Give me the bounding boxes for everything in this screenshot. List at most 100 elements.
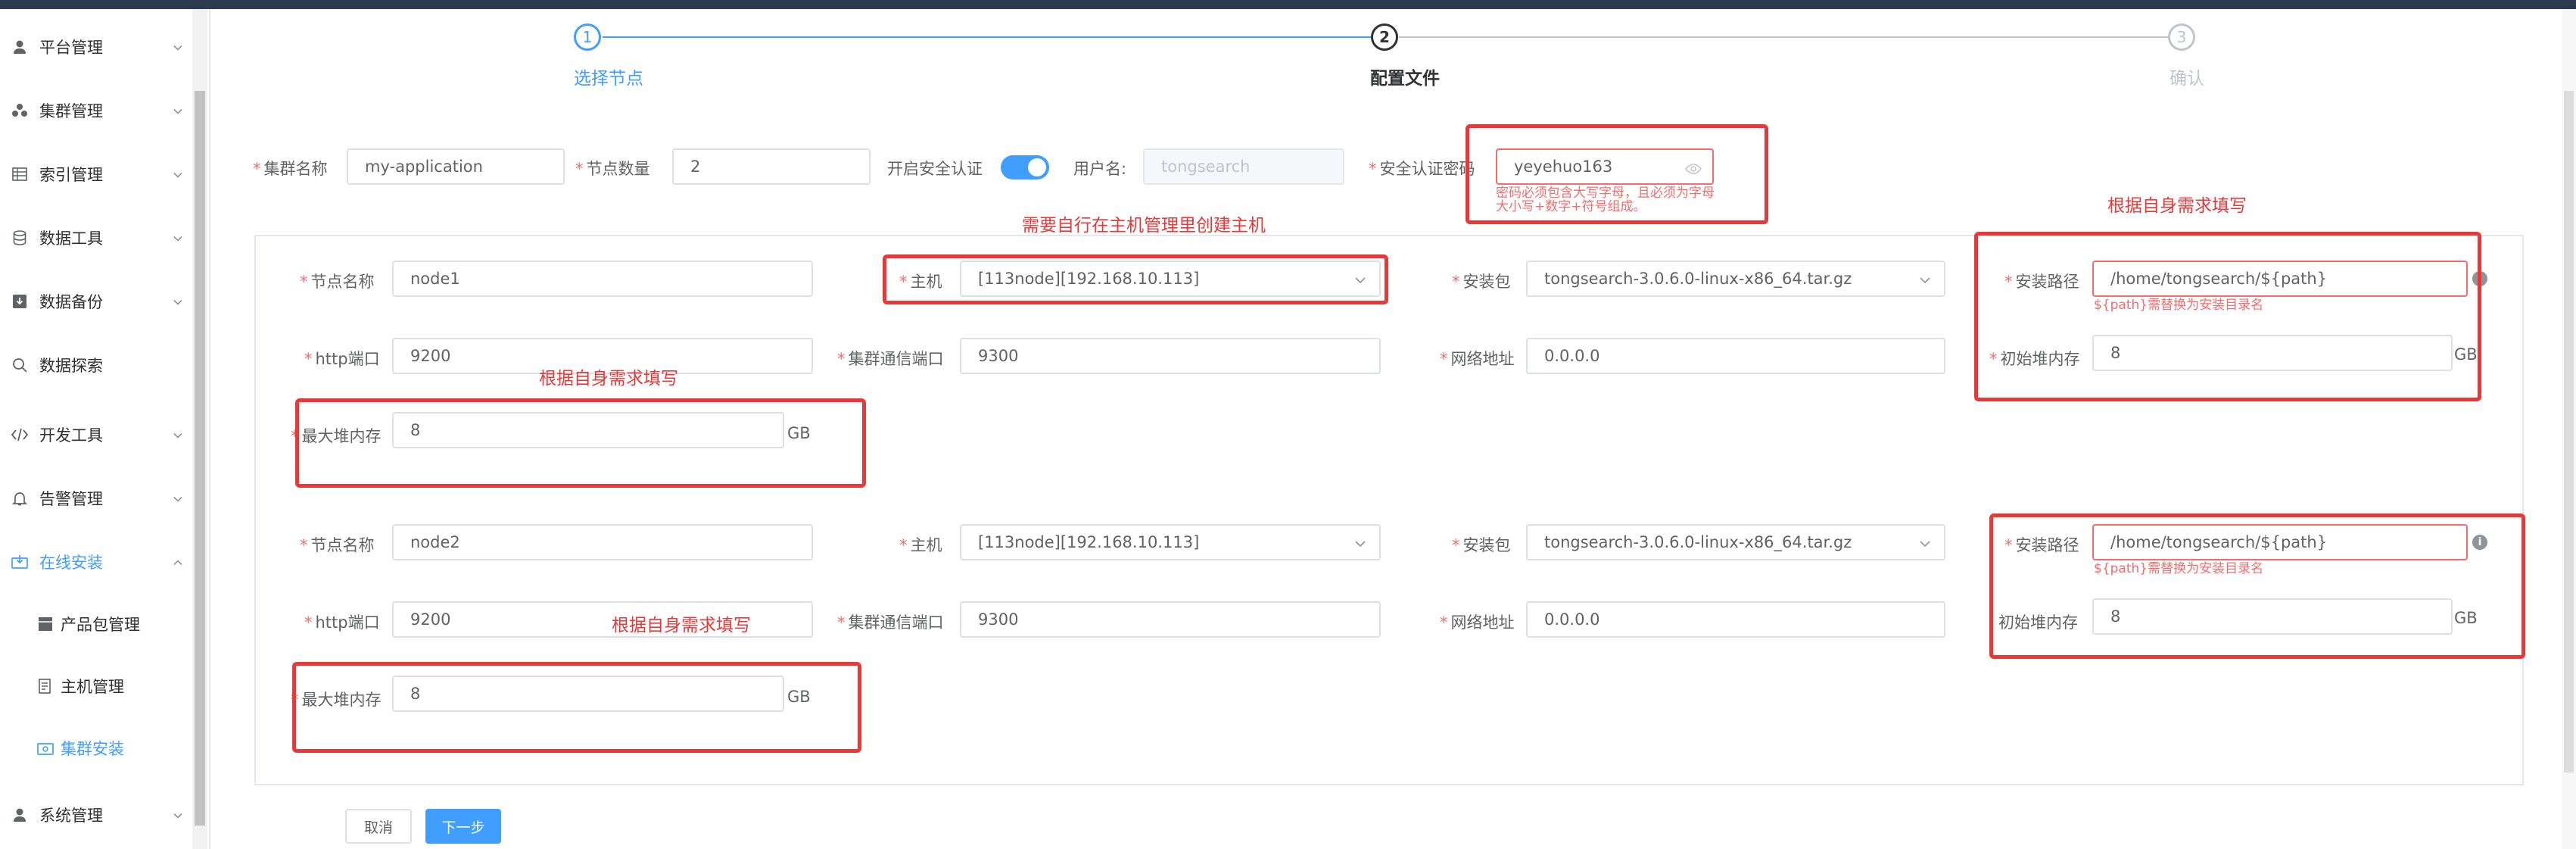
node-count-input[interactable]: 2 (672, 148, 871, 185)
sidebar-item-label: 集群管理 (39, 102, 103, 120)
chevron-down-icon (1918, 536, 1932, 550)
bell-icon (11, 489, 29, 507)
sidebar-item-package-mgmt[interactable]: 产品包管理 (0, 601, 192, 647)
node2-package-select[interactable]: tongsearch-3.0.6.0-linux-x86_64.tar.gz (1526, 524, 1945, 560)
username-input[interactable]: tongsearch (1143, 148, 1344, 185)
sidebar-item-label: 数据探索 (39, 357, 103, 375)
node2-transport-input[interactable]: 9300 (960, 601, 1381, 638)
index-icon (11, 165, 29, 183)
max-heap-annotation-1: 根据自身需求填写 (539, 369, 678, 389)
sidebar-item-label: 在线安装 (39, 554, 103, 572)
step-1-circle: 1 (574, 23, 601, 51)
step-connector-1 (603, 36, 1375, 38)
sidebar: 平台管理 集群管理 索引管理 数据工具 数据备份 数据探索 开发工具 告警管理 (0, 9, 192, 849)
chevron-down-icon (173, 42, 183, 52)
chevron-down-icon (173, 429, 183, 440)
step-connector-2 (1399, 36, 2170, 38)
sidebar-item-index[interactable]: 索引管理 (0, 151, 192, 197)
host-icon (36, 677, 55, 695)
step-1-title: 选择节点 (574, 69, 643, 89)
chevron-down-icon (173, 296, 183, 307)
sidebar-item-label: 告警管理 (39, 490, 103, 508)
node2-network-input[interactable]: 0.0.0.0 (1526, 601, 1945, 638)
cancel-button[interactable]: 取消 (345, 809, 412, 844)
path-annotation-1: 根据自身需求填写 (2107, 196, 2247, 216)
sidebar-item-label: 系统管理 (39, 807, 103, 825)
sidebar-item-label: 索引管理 (39, 166, 103, 184)
chevron-down-icon (173, 169, 183, 179)
sidebar-item-label: 产品包管理 (61, 616, 140, 634)
chevron-down-icon (173, 105, 183, 116)
node2-name-label: * 节点名称 (300, 536, 375, 554)
node2-host-select[interactable]: [113node][192.168.10.113] (960, 524, 1381, 560)
node-count-label: * 节点数量 (575, 160, 650, 178)
sidebar-item-cluster-install[interactable]: 集群安装 (0, 726, 192, 771)
node1-path-heap-highlight-box (1974, 232, 2481, 401)
database-icon (11, 229, 29, 247)
sidebar-item-label: 数据备份 (39, 293, 103, 311)
node1-network-label: * 网络地址 (1440, 350, 1515, 368)
node1-http-label: * http端口 (304, 350, 380, 368)
node1-transport-input[interactable]: 9300 (960, 338, 1381, 374)
main-scrollbar-thumb[interactable] (2564, 91, 2574, 773)
backup-icon (11, 292, 29, 311)
sidebar-item-label: 平台管理 (39, 39, 103, 57)
sidebar-item-host-mgmt[interactable]: 主机管理 (0, 663, 192, 709)
node1-package-label: * 安装包 (1452, 273, 1511, 291)
chevron-down-icon (173, 810, 183, 820)
sidebar-item-alerts[interactable]: 告警管理 (0, 476, 192, 521)
sidebar-item-system[interactable]: 系统管理 (0, 792, 192, 838)
chevron-up-icon (173, 557, 183, 567)
sidebar-item-platform[interactable]: 平台管理 (0, 24, 192, 70)
chevron-down-icon (1353, 536, 1367, 550)
password-highlight-box (1466, 124, 1768, 224)
sidebar-item-label: 数据工具 (39, 229, 103, 248)
cluster-name-label: * 集群名称 (253, 160, 328, 178)
node1-network-input[interactable]: 0.0.0.0 (1526, 338, 1945, 374)
sidebar-scrollbar-thumb[interactable] (195, 91, 205, 826)
install-icon (11, 553, 29, 571)
sidebar-item-label: 集群安装 (61, 740, 124, 758)
security-label: 开启安全认证 (887, 160, 983, 178)
sidebar-item-label: 开发工具 (39, 426, 103, 445)
node2-network-label: * 网络地址 (1440, 613, 1515, 632)
max-heap-annotation-2: 根据自身需求填写 (612, 616, 751, 635)
chevron-down-icon (173, 233, 183, 243)
user-icon (11, 806, 29, 824)
divider (209, 9, 210, 849)
host-note-annotation: 需要自行在主机管理里创建主机 (1022, 216, 1266, 236)
node2-max-heap-highlight-box (292, 662, 861, 753)
search-icon (11, 356, 29, 374)
chevron-down-icon (173, 493, 183, 504)
top-bar (0, 0, 2576, 9)
node1-name-label: * 节点名称 (300, 273, 375, 291)
node2-path-heap-highlight-box (1989, 513, 2525, 659)
sidebar-item-label: 主机管理 (61, 678, 124, 696)
node1-package-select[interactable]: tongsearch-3.0.6.0-linux-x86_64.tar.gz (1526, 261, 1945, 297)
node2-http-label: * http端口 (304, 613, 380, 632)
sidebar-item-explore[interactable]: 数据探索 (0, 342, 192, 388)
cluster-install-icon (36, 739, 55, 757)
password-label: * 安全认证密码 (1369, 160, 1475, 178)
sidebar-item-cluster[interactable]: 集群管理 (0, 88, 192, 133)
node1-name-input[interactable]: node1 (392, 261, 813, 297)
step-2-title: 配置文件 (1370, 69, 1440, 89)
node1-max-heap-highlight-box (295, 398, 866, 488)
sidebar-item-backup[interactable]: 数据备份 (0, 279, 192, 324)
code-icon (11, 426, 29, 444)
host-highlight-box (883, 254, 1388, 304)
security-toggle[interactable] (1001, 155, 1049, 179)
node2-host-label: * 主机 (899, 536, 942, 554)
user-icon (11, 38, 29, 56)
node2-package-label: * 安装包 (1452, 536, 1511, 554)
cluster-icon (11, 101, 29, 120)
node2-name-input[interactable]: node2 (392, 524, 813, 560)
sidebar-item-online-install[interactable]: 在线安装 (0, 539, 192, 585)
cluster-name-input[interactable]: my-application (347, 148, 565, 185)
sidebar-item-dev-tools[interactable]: 开发工具 (0, 412, 192, 457)
node1-transport-label: * 集群通信端口 (837, 350, 944, 368)
sidebar-item-data-tools[interactable]: 数据工具 (0, 215, 192, 261)
step-2-circle: 2 (1371, 23, 1398, 51)
next-button[interactable]: 下一步 (425, 809, 501, 844)
chevron-down-icon (1918, 273, 1932, 286)
